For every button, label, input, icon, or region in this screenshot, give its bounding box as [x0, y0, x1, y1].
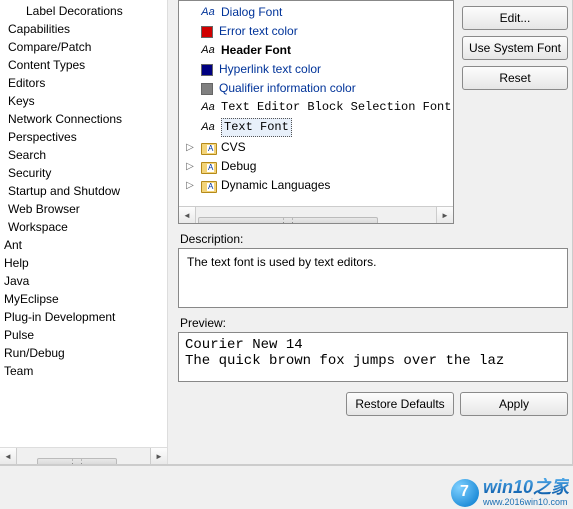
sidebar-item[interactable]: Content Types: [4, 56, 167, 74]
sidebar-hscrollbar[interactable]: ◄ ⋮⋮ ►: [0, 447, 167, 464]
color-swatch-icon: [201, 26, 213, 38]
font-item-label: Dialog Font: [221, 4, 282, 21]
fonts-hscrollbar[interactable]: ◄ ⋮⋮ ►: [179, 206, 453, 223]
font-item-label: Error text color: [219, 23, 298, 40]
sidebar-item[interactable]: Keys: [4, 92, 167, 110]
sidebar-item[interactable]: Capabilities: [4, 20, 167, 38]
font-item-label: Text Editor Block Selection Font: [221, 99, 451, 116]
sidebar-item[interactable]: Web Browser: [4, 200, 167, 218]
folder-label: Debug: [221, 158, 256, 175]
folder-icon: [201, 141, 217, 155]
sidebar-item[interactable]: Pulse: [4, 326, 167, 344]
sidebar-item[interactable]: Ant: [4, 236, 167, 254]
sidebar-item[interactable]: Startup and Shutdow: [4, 182, 167, 200]
scroll-thumb[interactable]: ⋮⋮: [198, 217, 378, 224]
restore-defaults-button[interactable]: Restore Defaults: [346, 392, 454, 416]
folder-label: CVS: [221, 139, 246, 156]
font-tree-item[interactable]: Error text color: [183, 22, 453, 41]
sidebar-item[interactable]: Perspectives: [4, 128, 167, 146]
preview-label: Preview:: [180, 316, 568, 330]
sidebar-item[interactable]: Security: [4, 164, 167, 182]
expand-icon[interactable]: ▷: [183, 177, 197, 194]
color-swatch-icon: [201, 83, 213, 95]
description-label: Description:: [180, 232, 568, 246]
sidebar-item[interactable]: Team: [4, 362, 167, 380]
font-category-folder[interactable]: ▷ Debug: [183, 157, 453, 176]
expand-icon[interactable]: ▷: [183, 158, 197, 175]
font-item-label: Text Font: [221, 118, 292, 137]
font-tree-item[interactable]: Qualifier information color: [183, 79, 453, 98]
sidebar-item[interactable]: Help: [4, 254, 167, 272]
description-text: The text font is used by text editors.: [178, 248, 568, 308]
font-category-folder[interactable]: ▷ CVS: [183, 138, 453, 157]
folder-icon: [201, 179, 217, 193]
sidebar-item[interactable]: Run/Debug: [4, 344, 167, 362]
font-item-label: Qualifier information color: [219, 80, 356, 97]
apply-button[interactable]: Apply: [460, 392, 568, 416]
scroll-right-icon[interactable]: ►: [436, 207, 453, 224]
scroll-left-icon[interactable]: ◄: [0, 448, 17, 465]
font-tree-item[interactable]: Aa Header Font: [183, 41, 453, 60]
edit-button[interactable]: Edit...: [462, 6, 568, 30]
sidebar-item[interactable]: Network Connections: [4, 110, 167, 128]
sidebar-item[interactable]: Compare/Patch: [4, 38, 167, 56]
font-item-label: Header Font: [221, 42, 291, 59]
sidebar-item[interactable]: Search: [4, 146, 167, 164]
sidebar-item[interactable]: Java: [4, 272, 167, 290]
reset-button[interactable]: Reset: [462, 66, 568, 90]
font-aa-icon: Aa: [201, 101, 215, 115]
expand-icon[interactable]: ▷: [183, 139, 197, 156]
folder-icon: [201, 160, 217, 174]
font-aa-icon: Aa: [201, 121, 215, 135]
font-tree-item[interactable]: Aa Text Editor Block Selection Font: [183, 98, 453, 117]
use-system-font-button[interactable]: Use System Font: [462, 36, 568, 60]
dialog-button-bar: [0, 465, 573, 509]
colors-and-fonts-tree: Aa Dialog Font Error text color Aa Header Fo…: [178, 0, 454, 224]
font-category-folder[interactable]: ▷ Dynamic Languages: [183, 176, 453, 195]
scroll-thumb[interactable]: ⋮⋮: [37, 458, 117, 464]
sidebar-item[interactable]: Editors: [4, 74, 167, 92]
font-tree-item[interactable]: Aa Dialog Font: [183, 3, 453, 22]
preview-text: Courier New 14 The quick brown fox jumps…: [178, 332, 568, 382]
folder-label: Dynamic Languages: [221, 177, 330, 194]
font-tree-item[interactable]: Aa Text Font: [183, 117, 453, 138]
sidebar-item[interactable]: Workspace: [4, 218, 167, 236]
preferences-category-tree: Label DecorationsCapabilitiesCompare/Pat…: [0, 0, 168, 464]
font-tree-item[interactable]: Hyperlink text color: [183, 60, 453, 79]
font-aa-icon: Aa: [201, 6, 215, 20]
sidebar-item[interactable]: MyEclipse: [4, 290, 167, 308]
scroll-left-icon[interactable]: ◄: [179, 207, 196, 224]
scroll-right-icon[interactable]: ►: [150, 448, 167, 465]
sidebar-item[interactable]: Plug-in Development: [4, 308, 167, 326]
font-item-label: Hyperlink text color: [219, 61, 321, 78]
sidebar-item[interactable]: Label Decorations: [4, 2, 167, 20]
color-swatch-icon: [201, 64, 213, 76]
font-aa-icon: Aa: [201, 44, 215, 58]
